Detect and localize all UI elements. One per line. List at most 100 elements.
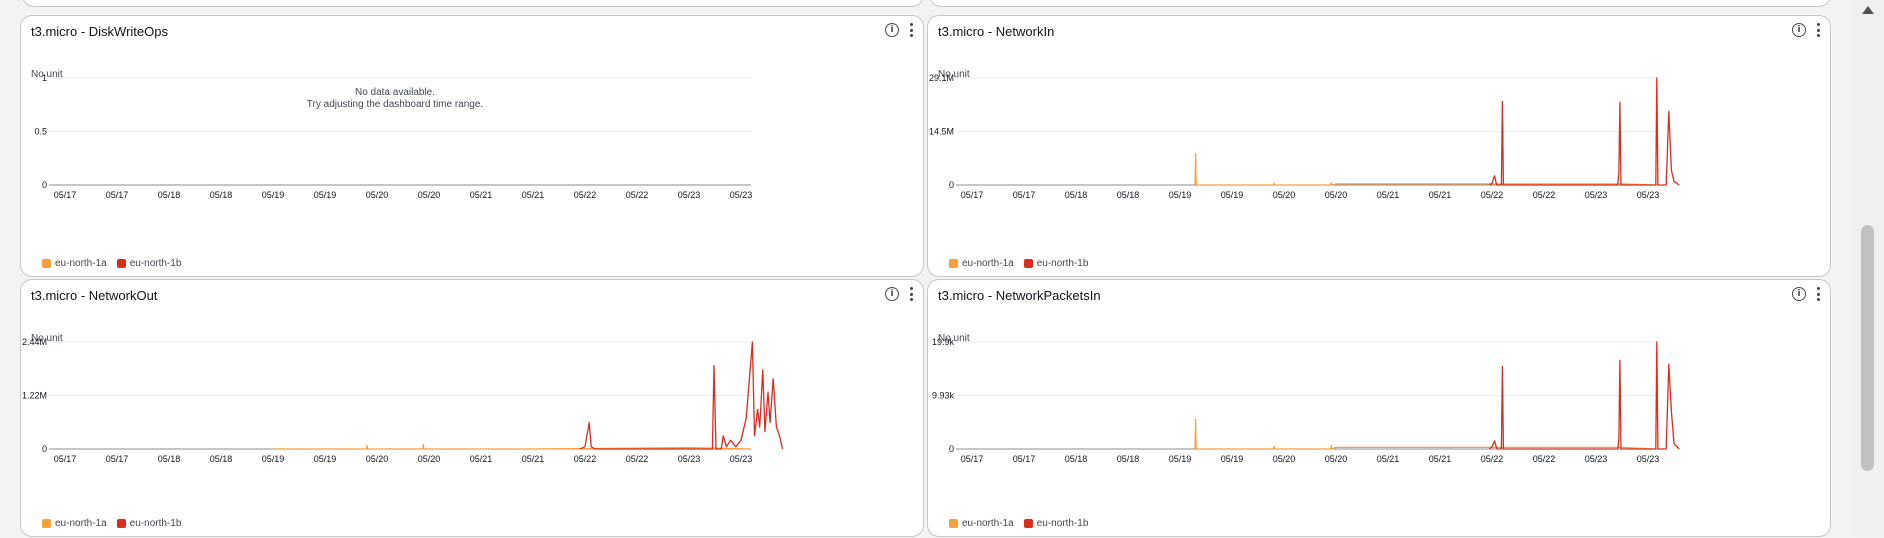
x-tick-label: 05/23 xyxy=(1637,190,1660,200)
legend-label: eu-north-1a xyxy=(55,258,107,269)
x-tick-label: 05/19 xyxy=(314,190,337,200)
x-tick-label: 05/19 xyxy=(262,454,285,464)
series-line-eu-north-1a xyxy=(1193,418,1654,450)
y-tick-label: 0.5 xyxy=(34,127,47,137)
x-tick-label: 05/23 xyxy=(1637,454,1660,464)
x-tick-label: 05/20 xyxy=(1273,190,1296,200)
x-tick-label: 05/19 xyxy=(314,454,337,464)
y-tick-label: 9.93k xyxy=(932,391,955,401)
y-tick-label: 29.1M xyxy=(929,73,954,83)
x-tick-label: 05/17 xyxy=(961,190,984,200)
chart-plot: 2.44M 1.22M 0 05/17 05/17 05/18 05/18 05/19 05/1… xyxy=(22,337,784,464)
x-tick-label: 05/21 xyxy=(1429,454,1452,464)
x-tick-label: 05/20 xyxy=(418,454,441,464)
legend-item-eu-north-1b[interactable]: eu-north-1b xyxy=(116,518,182,529)
x-tick-label: 05/18 xyxy=(1065,190,1088,200)
legend-swatch xyxy=(1023,519,1033,528)
chart-legend: eu-north-1a eu-north-1b xyxy=(949,518,1088,529)
x-tick-label: 05/18 xyxy=(1117,454,1140,464)
x-tick-label: 05/22 xyxy=(626,190,649,200)
legend-label: eu-north-1b xyxy=(1036,518,1089,529)
x-tick-label: 05/17 xyxy=(1013,454,1036,464)
widget-networkout: t3.micro - NetworkOut i No unit 2.44M 1.22M 0… xyxy=(20,279,924,537)
x-tick-label: 05/18 xyxy=(158,454,181,464)
chart-legend: eu-north-1a eu-north-1b xyxy=(949,258,1088,269)
x-tick-label: 05/17 xyxy=(54,454,77,464)
x-tick-label: 05/22 xyxy=(574,454,597,464)
x-tick-label: 05/23 xyxy=(678,190,701,200)
x-tick-label: 05/20 xyxy=(1325,454,1348,464)
x-tick-label: 05/22 xyxy=(1533,454,1556,464)
no-data-hint: Try adjusting the dashboard time range. xyxy=(306,99,484,110)
x-tick-label: 05/18 xyxy=(1065,454,1088,464)
legend-item-eu-north-1a[interactable]: eu-north-1a xyxy=(42,258,107,269)
legend-item-eu-north-1b[interactable]: eu-north-1b xyxy=(1023,518,1089,529)
x-tick-label: 05/21 xyxy=(1429,190,1452,200)
scroll-up-arrow-icon[interactable] xyxy=(1862,6,1874,14)
x-tick-label: 05/23 xyxy=(1585,454,1608,464)
x-tick-label: 05/19 xyxy=(1169,190,1192,200)
legend-label: eu-north-1b xyxy=(129,518,182,529)
y-tick-label: 0 xyxy=(949,180,954,190)
x-tick-label: 05/21 xyxy=(522,190,545,200)
legend-swatch xyxy=(42,519,51,528)
legend-label: eu-north-1b xyxy=(1036,258,1089,269)
x-tick-label: 05/23 xyxy=(730,454,753,464)
legend-swatch xyxy=(949,519,958,528)
x-tick-label: 05/19 xyxy=(1221,454,1244,464)
legend-item-eu-north-1a[interactable]: eu-north-1a xyxy=(42,518,107,529)
x-tick-label: 05/21 xyxy=(1377,190,1400,200)
x-tick-label: 05/22 xyxy=(1533,190,1556,200)
legend-label: eu-north-1a xyxy=(962,258,1014,269)
legend-label: eu-north-1a xyxy=(55,518,107,529)
x-tick-label: 05/20 xyxy=(366,190,389,200)
y-tick-label: 14.5M xyxy=(929,127,954,137)
chart-legend: eu-north-1a eu-north-1b xyxy=(42,258,181,269)
x-tick-label: 05/20 xyxy=(1325,190,1348,200)
no-data-title: No data available. xyxy=(354,87,436,98)
x-tick-label: 05/22 xyxy=(574,190,597,200)
x-tick-label: 05/21 xyxy=(470,454,493,464)
x-tick-label: 05/21 xyxy=(1377,454,1400,464)
x-tick-label: 05/18 xyxy=(210,190,233,200)
legend-item-eu-north-1a[interactable]: eu-north-1a xyxy=(949,518,1014,529)
legend-swatch xyxy=(116,519,126,528)
x-tick-label: 05/19 xyxy=(1169,454,1192,464)
chart-plot: 1 0.5 0 05/17 05/17 05/18 05/18 05/19 05/19 05/20… xyxy=(34,73,753,200)
x-tick-label: 05/21 xyxy=(522,454,545,464)
y-tick-label: 1 xyxy=(42,73,47,83)
series-line-eu-north-1a xyxy=(1194,153,1654,186)
x-tick-label: 05/20 xyxy=(1273,454,1296,464)
x-tick-label: 05/23 xyxy=(678,454,701,464)
x-tick-label: 05/18 xyxy=(1117,190,1140,200)
x-tick-label: 05/22 xyxy=(1481,454,1504,464)
legend-swatch xyxy=(949,259,958,268)
x-tick-label: 05/23 xyxy=(730,190,753,200)
x-tick-label: 05/20 xyxy=(418,190,441,200)
x-tick-label: 05/19 xyxy=(262,190,285,200)
widget-networkin: t3.micro - NetworkIn i No unit 29.1M 14.5M 0 0… xyxy=(927,15,1831,277)
series-line-eu-north-1a xyxy=(273,443,752,450)
y-tick-label: 0 xyxy=(42,180,47,190)
y-tick-label: 19.9k xyxy=(932,337,955,347)
x-tick-label: 05/22 xyxy=(626,454,649,464)
legend-swatch xyxy=(42,259,51,268)
page-scrollbar[interactable] xyxy=(1852,0,1884,537)
x-tick-label: 05/21 xyxy=(470,190,493,200)
x-tick-label: 05/18 xyxy=(210,454,233,464)
scrollbar-thumb[interactable] xyxy=(1861,225,1874,471)
legend-item-eu-north-1b[interactable]: eu-north-1b xyxy=(116,258,182,269)
previous-row-panel-right xyxy=(929,0,1831,7)
chart-plot: 29.1M 14.5M 0 05/17 05/17 05/18 05/18 05/19 05/1… xyxy=(929,73,1680,200)
x-tick-label: 05/20 xyxy=(366,454,389,464)
legend-item-eu-north-1a[interactable]: eu-north-1a xyxy=(949,258,1014,269)
y-tick-label: 0 xyxy=(42,444,47,454)
legend-swatch xyxy=(1023,259,1033,268)
legend-item-eu-north-1b[interactable]: eu-north-1b xyxy=(1023,258,1089,269)
previous-row-panel-left xyxy=(22,0,924,7)
widget-diskwriteops: t3.micro - DiskWriteOps i No unit 1 0.5 0 05/1… xyxy=(20,15,924,277)
x-tick-label: 05/17 xyxy=(106,190,129,200)
x-tick-label: 05/19 xyxy=(1221,190,1244,200)
y-tick-label: 0 xyxy=(949,444,954,454)
legend-label: eu-north-1b xyxy=(129,258,182,269)
